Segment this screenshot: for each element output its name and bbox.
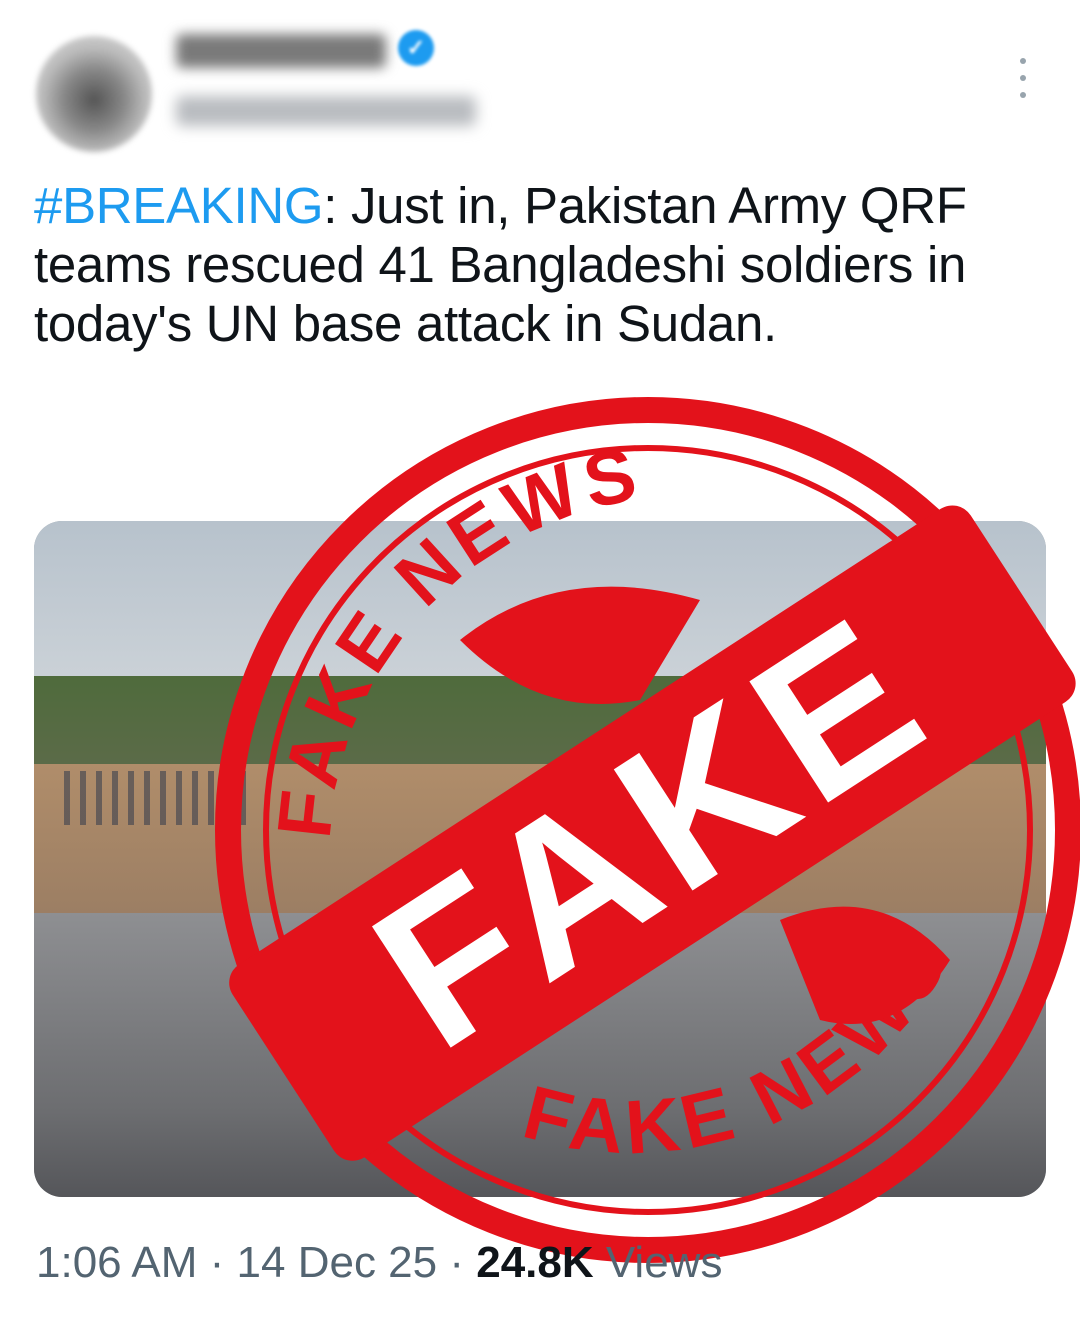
more-options-icon[interactable] bbox=[1016, 58, 1030, 98]
avatar[interactable] bbox=[36, 36, 152, 152]
meta-separator: · bbox=[197, 1238, 237, 1287]
handle-blurred[interactable] bbox=[176, 96, 476, 126]
hashtag-link[interactable]: #BREAKING bbox=[34, 177, 324, 234]
tweet-time[interactable]: 1:06 AM bbox=[36, 1238, 197, 1287]
verified-badge-icon: ✓ bbox=[398, 30, 434, 66]
tweet-meta: 1:06 AM · 14 Dec 25 · 24.8K Views bbox=[36, 1238, 722, 1288]
photo-trees bbox=[34, 676, 1046, 778]
tweet-media-photo[interactable] bbox=[34, 521, 1046, 1197]
meta-separator: · bbox=[437, 1238, 477, 1287]
tweet-text: #BREAKING: Just in, Pakistan Army QRF te… bbox=[34, 176, 1044, 353]
views-label: Views bbox=[593, 1238, 723, 1287]
photo-people bbox=[64, 771, 247, 826]
display-name-blurred[interactable] bbox=[176, 34, 386, 68]
tweet-date[interactable]: 14 Dec 25 bbox=[237, 1238, 438, 1287]
photo-water bbox=[34, 913, 1046, 1197]
views-count[interactable]: 24.8K bbox=[476, 1238, 593, 1287]
